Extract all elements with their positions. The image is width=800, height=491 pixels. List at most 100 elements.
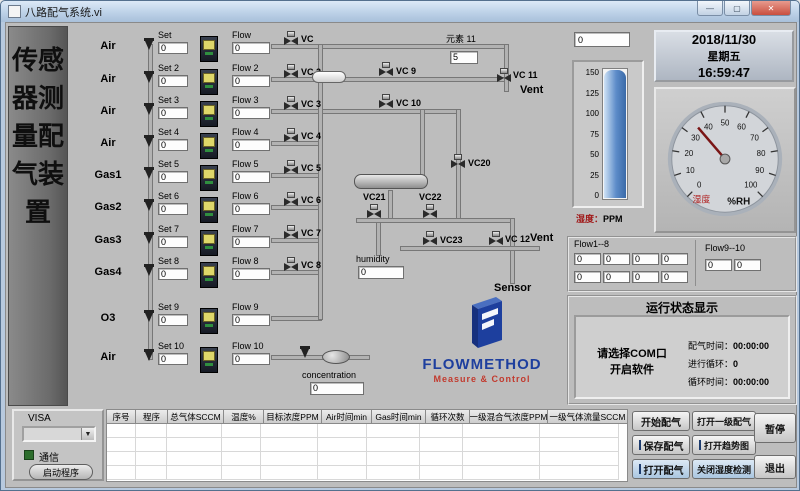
table-cell (107, 424, 136, 438)
table-cell (136, 424, 167, 438)
table-cell (318, 452, 367, 466)
status-message-line2: 开启软件 (580, 361, 684, 377)
flow6-display: 0 (603, 271, 630, 283)
close-humidity-check-button[interactable]: 关闭湿度检测 (692, 459, 756, 479)
flow18-title: Flow1--8 (574, 239, 609, 249)
set-input[interactable]: 0 (158, 42, 188, 54)
titlebar[interactable]: 八路配气系统.vi — ▢ ✕ (1, 1, 799, 22)
gas-row-10: Air Set 10 0 Flow 10 0 (70, 347, 330, 377)
table-cell (136, 452, 167, 466)
flow-display: 0 (232, 139, 270, 151)
mfc-icon (200, 347, 218, 373)
valve-vc8-icon (283, 257, 299, 273)
flow-display: 0 (232, 268, 270, 280)
maximize-button[interactable]: ▢ (724, 1, 750, 16)
program-table-header: 序号 程序 总气体SCCM 温度% 目标浓度PPM Air时间min Gas时间… (106, 409, 628, 424)
table-body[interactable] (106, 424, 628, 482)
set-label: Set 10 (158, 341, 184, 351)
tank-caption-unit: PPM (603, 214, 623, 224)
table-cell (222, 424, 261, 438)
flow-label: Flow 4 (232, 127, 259, 137)
pipe (400, 246, 540, 251)
valve-vc11-label: VC 11 (513, 70, 538, 80)
svg-text:80: 80 (757, 149, 766, 158)
gas-label: O3 (82, 312, 134, 324)
minimize-button[interactable]: — (697, 1, 723, 16)
set-label: Set 6 (158, 191, 179, 201)
set-input[interactable]: 0 (158, 314, 188, 326)
status-row-mix-time: 配气时间：00:00:00 (688, 339, 769, 352)
set-input[interactable]: 0 (158, 268, 188, 280)
vent-top-label: Vent (520, 84, 543, 96)
humidity-tank: 150 125 100 75 50 25 0 (572, 60, 644, 208)
tank-caption: 湿度：PPM (576, 212, 623, 225)
set-input[interactable]: 0 (158, 203, 188, 215)
gauge-unit: %RH (727, 196, 750, 207)
open-mixing-button[interactable]: 打开配气 (632, 459, 690, 479)
close-button[interactable]: ✕ (751, 1, 791, 16)
valve-vc4-icon (283, 128, 299, 144)
manual-valve-icon (142, 232, 156, 246)
set-input[interactable]: 0 (158, 171, 188, 183)
gas-label: Air (82, 73, 134, 85)
flow-display: 0 (232, 75, 270, 87)
manual-valve-icon (142, 349, 156, 363)
tank-tick: 150 (576, 68, 599, 77)
gas-label: Gas1 (82, 169, 134, 181)
tank-tick: 25 (576, 171, 599, 180)
mfc-icon (200, 69, 218, 95)
tank-tick: 125 (576, 89, 599, 98)
table-cell (261, 424, 318, 438)
flow-label: Flow 5 (232, 159, 259, 169)
manual-valve-icon (142, 264, 156, 278)
open-primary-mixing-button[interactable]: 打开一级配气 (692, 411, 756, 431)
valve-vc12-icon (488, 231, 504, 247)
table-cell (463, 438, 540, 452)
set-input[interactable]: 0 (158, 75, 188, 87)
save-mixing-button[interactable]: 保存配气 (632, 435, 690, 455)
humidity-display: 0 (358, 266, 404, 279)
trend-chart-icon (699, 440, 701, 450)
element-label: 元素 11 (446, 32, 476, 45)
set-input[interactable]: 0 (158, 107, 188, 119)
mfc-icon (200, 36, 218, 62)
exit-button[interactable]: 退出 (754, 455, 796, 479)
set-label: Set 7 (158, 224, 179, 234)
valve-vc22-icon (422, 204, 438, 220)
set-input[interactable]: 0 (158, 139, 188, 151)
valve-vc10-icon (378, 94, 394, 110)
run-status-title: 运行状态显示 (569, 299, 795, 316)
table-cell (367, 466, 420, 480)
flow4-display: 0 (661, 253, 688, 265)
table-cell (463, 452, 540, 466)
table-cell (367, 452, 420, 466)
valve-vc4-label: VC 4 (301, 131, 321, 141)
manual-valve-icon (142, 38, 156, 52)
visa-resource-combo[interactable]: ▼ (22, 426, 96, 442)
save-icon (639, 440, 641, 450)
element-input[interactable]: 5 (450, 51, 478, 64)
start-mixing-button[interactable]: 开始配气 (632, 411, 690, 431)
gas-label: Gas2 (82, 201, 134, 213)
pause-button[interactable]: 暂停 (754, 413, 796, 443)
run-program-button[interactable]: 启动程序 (29, 464, 93, 480)
open-trend-chart-button[interactable]: 打开趋势图 (692, 435, 756, 455)
flowmethod-logo-icon (468, 296, 506, 352)
logo-brand: FLOWMETHOD (400, 356, 564, 373)
flow910-title: Flow9--10 (705, 243, 745, 253)
valve-vc23-icon (422, 231, 438, 247)
valve-vc6-label: VC 6 (301, 195, 321, 205)
set-input[interactable]: 0 (158, 353, 188, 365)
flow-readout-panel: Flow1--8 0 0 0 0 0 0 0 0 Flow9--10 0 0 (567, 236, 797, 292)
set-input[interactable]: 0 (158, 236, 188, 248)
run-status-panel: 运行状态显示 请选择COM口 开启软件 配气时间：00:00:00 进行循环：0… (567, 295, 797, 405)
svg-text:10: 10 (686, 166, 695, 175)
table-cell (540, 424, 619, 438)
chevron-down-icon[interactable]: ▼ (81, 428, 94, 440)
flow-label: Flow 2 (232, 63, 259, 73)
concentration-display: 0 (310, 382, 364, 395)
valve-vc1-label: VC (301, 34, 314, 44)
flow5-display: 0 (574, 271, 601, 283)
table-cell (540, 438, 619, 452)
svg-text:0: 0 (697, 181, 702, 190)
